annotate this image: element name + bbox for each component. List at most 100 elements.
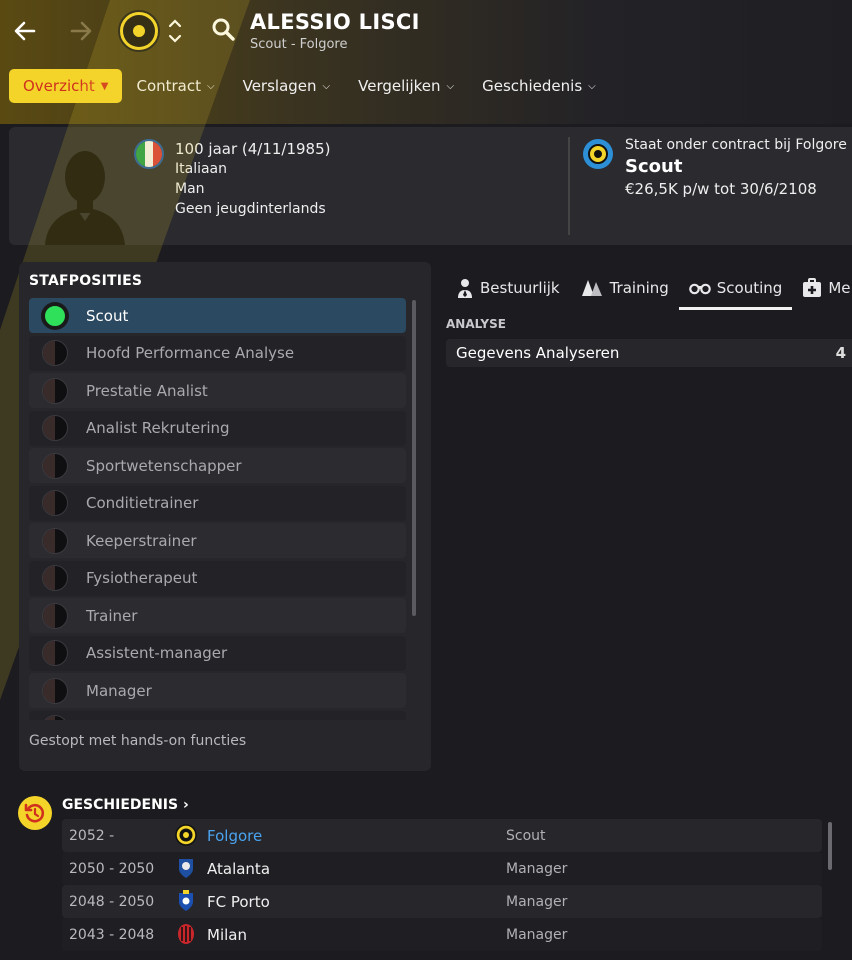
staff-position-item[interactable]: Hoofd Performance Analyse: [29, 335, 406, 371]
staff-position-item[interactable]: Conditietrainer: [29, 485, 406, 521]
italy-flag-icon: [134, 139, 164, 169]
history-row[interactable]: 2052 - Folgore Scout: [62, 819, 822, 852]
status-inactive-icon: [42, 640, 68, 666]
chevron-up-down-icon: [168, 19, 182, 43]
history-club-link[interactable]: Milan: [207, 926, 247, 944]
main-tabs: Overzicht ▼ Contract ⌵ Verslagen ⌵ Vergelij…: [9, 69, 610, 103]
attribute-name: Gegevens Analyseren: [456, 344, 620, 362]
milan-crest-icon: [178, 924, 194, 944]
contract-role: Scout: [625, 156, 683, 177]
forward-button[interactable]: [64, 14, 98, 48]
history-row[interactable]: 2048 - 2050 FC Porto Manager: [62, 885, 822, 918]
arrow-right-icon: [70, 21, 92, 41]
fc-porto-crest-icon: [179, 890, 193, 911]
club-badge-button[interactable]: [118, 10, 160, 52]
staff-position-item[interactable]: Manager: [29, 673, 406, 708]
tab-label: Bestuurlijk: [480, 279, 560, 297]
staff-position-label: Assistent-manager: [86, 644, 228, 662]
history-years: 2043 - 2048: [69, 926, 155, 943]
back-button[interactable]: [8, 14, 42, 48]
gender: Man: [175, 181, 205, 197]
tab-geschiedenis[interactable]: Geschiedenis ⌵: [468, 69, 610, 103]
history-title: GESCHIEDENIS: [62, 797, 179, 813]
tab-label: Me: [828, 279, 851, 297]
tab-training[interactable]: Training: [570, 266, 679, 310]
medical-kit-icon: [803, 278, 822, 297]
status-inactive-icon: [42, 490, 68, 516]
club-switch-stepper[interactable]: [166, 14, 184, 48]
search-button[interactable]: [210, 16, 238, 44]
contract-info: Staat onder contract bij Folgore Scout €…: [625, 137, 847, 198]
history-row[interactable]: 2050 - 2050 Atalanta Manager: [62, 852, 822, 885]
staff-position-item[interactable]: [29, 710, 406, 720]
tab-label: Contract: [136, 77, 201, 95]
staff-position-label: Conditietrainer: [86, 494, 199, 512]
staff-position-item[interactable]: Prestatie Analist: [29, 373, 406, 408]
staff-position-item[interactable]: Analist Rekrutering: [29, 410, 406, 446]
staff-position-label: Hoofd Performance Analyse: [86, 344, 295, 362]
staff-position-label: Sportwetenschapper: [86, 456, 242, 475]
history-list: 2052 - Folgore Scout 2050 - 2050 Atalant…: [62, 819, 822, 951]
search-icon: [212, 18, 235, 41]
history-club-link[interactable]: Folgore: [207, 827, 262, 845]
contract-wage: €26,5K p/w tot 30/6/2108: [625, 180, 817, 198]
history-scrollbar[interactable]: [828, 822, 832, 870]
tab-medisch[interactable]: Me: [792, 266, 852, 310]
status-inactive-icon: [42, 527, 68, 554]
tab-label: Training: [609, 279, 669, 297]
staff-position-item[interactable]: Assistent-manager: [29, 635, 406, 671]
status-inactive-icon: [42, 565, 68, 591]
staff-position-item[interactable]: Sportwetenschapper: [29, 448, 406, 483]
contract-club-icon: [583, 139, 613, 169]
staff-position-item[interactable]: Trainer: [29, 598, 406, 633]
attribute-tabs: Bestuurlijk Training Scouting Me: [446, 266, 852, 310]
tab-bestuurlijk[interactable]: Bestuurlijk: [446, 266, 570, 310]
staff-position-item[interactable]: Fysiotherapeut: [29, 560, 406, 596]
staff-position-label: Manager: [86, 681, 152, 700]
tab-label: Verslagen: [242, 77, 317, 95]
history-role: Manager: [506, 860, 568, 877]
history-club-link[interactable]: FC Porto: [207, 893, 270, 911]
nationality: Italiaan: [175, 161, 228, 177]
history-icon: [18, 796, 52, 830]
history-years: 2050 - 2050: [69, 860, 155, 877]
staff-position-item[interactable]: Keeperstrainer: [29, 523, 406, 558]
staff-list-scrollbar[interactable]: [412, 300, 416, 616]
staff-position-label: Analist Rekrutering: [86, 419, 230, 437]
contract-club-line[interactable]: Staat onder contract bij Folgore: [625, 137, 847, 153]
status-inactive-icon: [42, 677, 68, 704]
chevron-down-icon: ▼: [100, 80, 109, 92]
chevron-down-icon: ⌵: [322, 80, 331, 92]
staff-position-label: Scout: [86, 306, 129, 325]
profile-summary: 100 jaar (4/11/1985) Italiaan Man Geen j…: [9, 127, 852, 245]
attribute-row[interactable]: Gegevens Analyseren 4: [446, 339, 852, 367]
age-line: 100 jaar (4/11/1985): [175, 140, 331, 158]
folgore-crest-icon: [123, 15, 155, 47]
personal-info: 100 jaar (4/11/1985) Italiaan Man Geen j…: [175, 139, 331, 219]
header-bar: ALESSIO LISCI Scout - Folgore Overzicht ▼…: [0, 0, 852, 124]
training-cone-icon: [581, 280, 602, 296]
tab-contract[interactable]: Contract ⌵: [122, 69, 228, 103]
status-inactive-icon: [42, 415, 68, 441]
staff-position-item[interactable]: Scout: [29, 298, 406, 333]
page-title: ALESSIO LISCI: [250, 10, 420, 34]
staff-positions-list[interactable]: Scout Hoofd Performance Analyse Prestati…: [29, 298, 406, 720]
history-club-link[interactable]: Atalanta: [207, 860, 270, 878]
chevron-down-icon: ⌵: [446, 80, 455, 92]
status-inactive-icon: [42, 340, 68, 366]
arrow-left-icon: [14, 21, 36, 41]
tab-label: Scouting: [716, 279, 783, 297]
page-subtitle: Scout - Folgore: [250, 37, 348, 52]
tab-verslagen[interactable]: Verslagen ⌵: [229, 69, 345, 103]
tab-scouting[interactable]: Scouting: [678, 266, 793, 310]
status-inactive-icon: [42, 715, 68, 720]
tab-overzicht[interactable]: Overzicht ▼: [9, 69, 123, 103]
folgore-crest-icon: [175, 824, 197, 846]
history-title-link[interactable]: GESCHIEDENIS ›: [62, 797, 189, 813]
person-silhouette-icon: [45, 151, 125, 245]
history-role: Manager: [506, 926, 568, 943]
tab-vergelijken[interactable]: Vergelijken ⌵: [344, 69, 468, 103]
atalanta-crest-icon: [179, 859, 193, 878]
history-row[interactable]: 2043 - 2048 Milan Manager: [62, 918, 822, 951]
staff-position-label: Keeperstrainer: [86, 531, 197, 550]
